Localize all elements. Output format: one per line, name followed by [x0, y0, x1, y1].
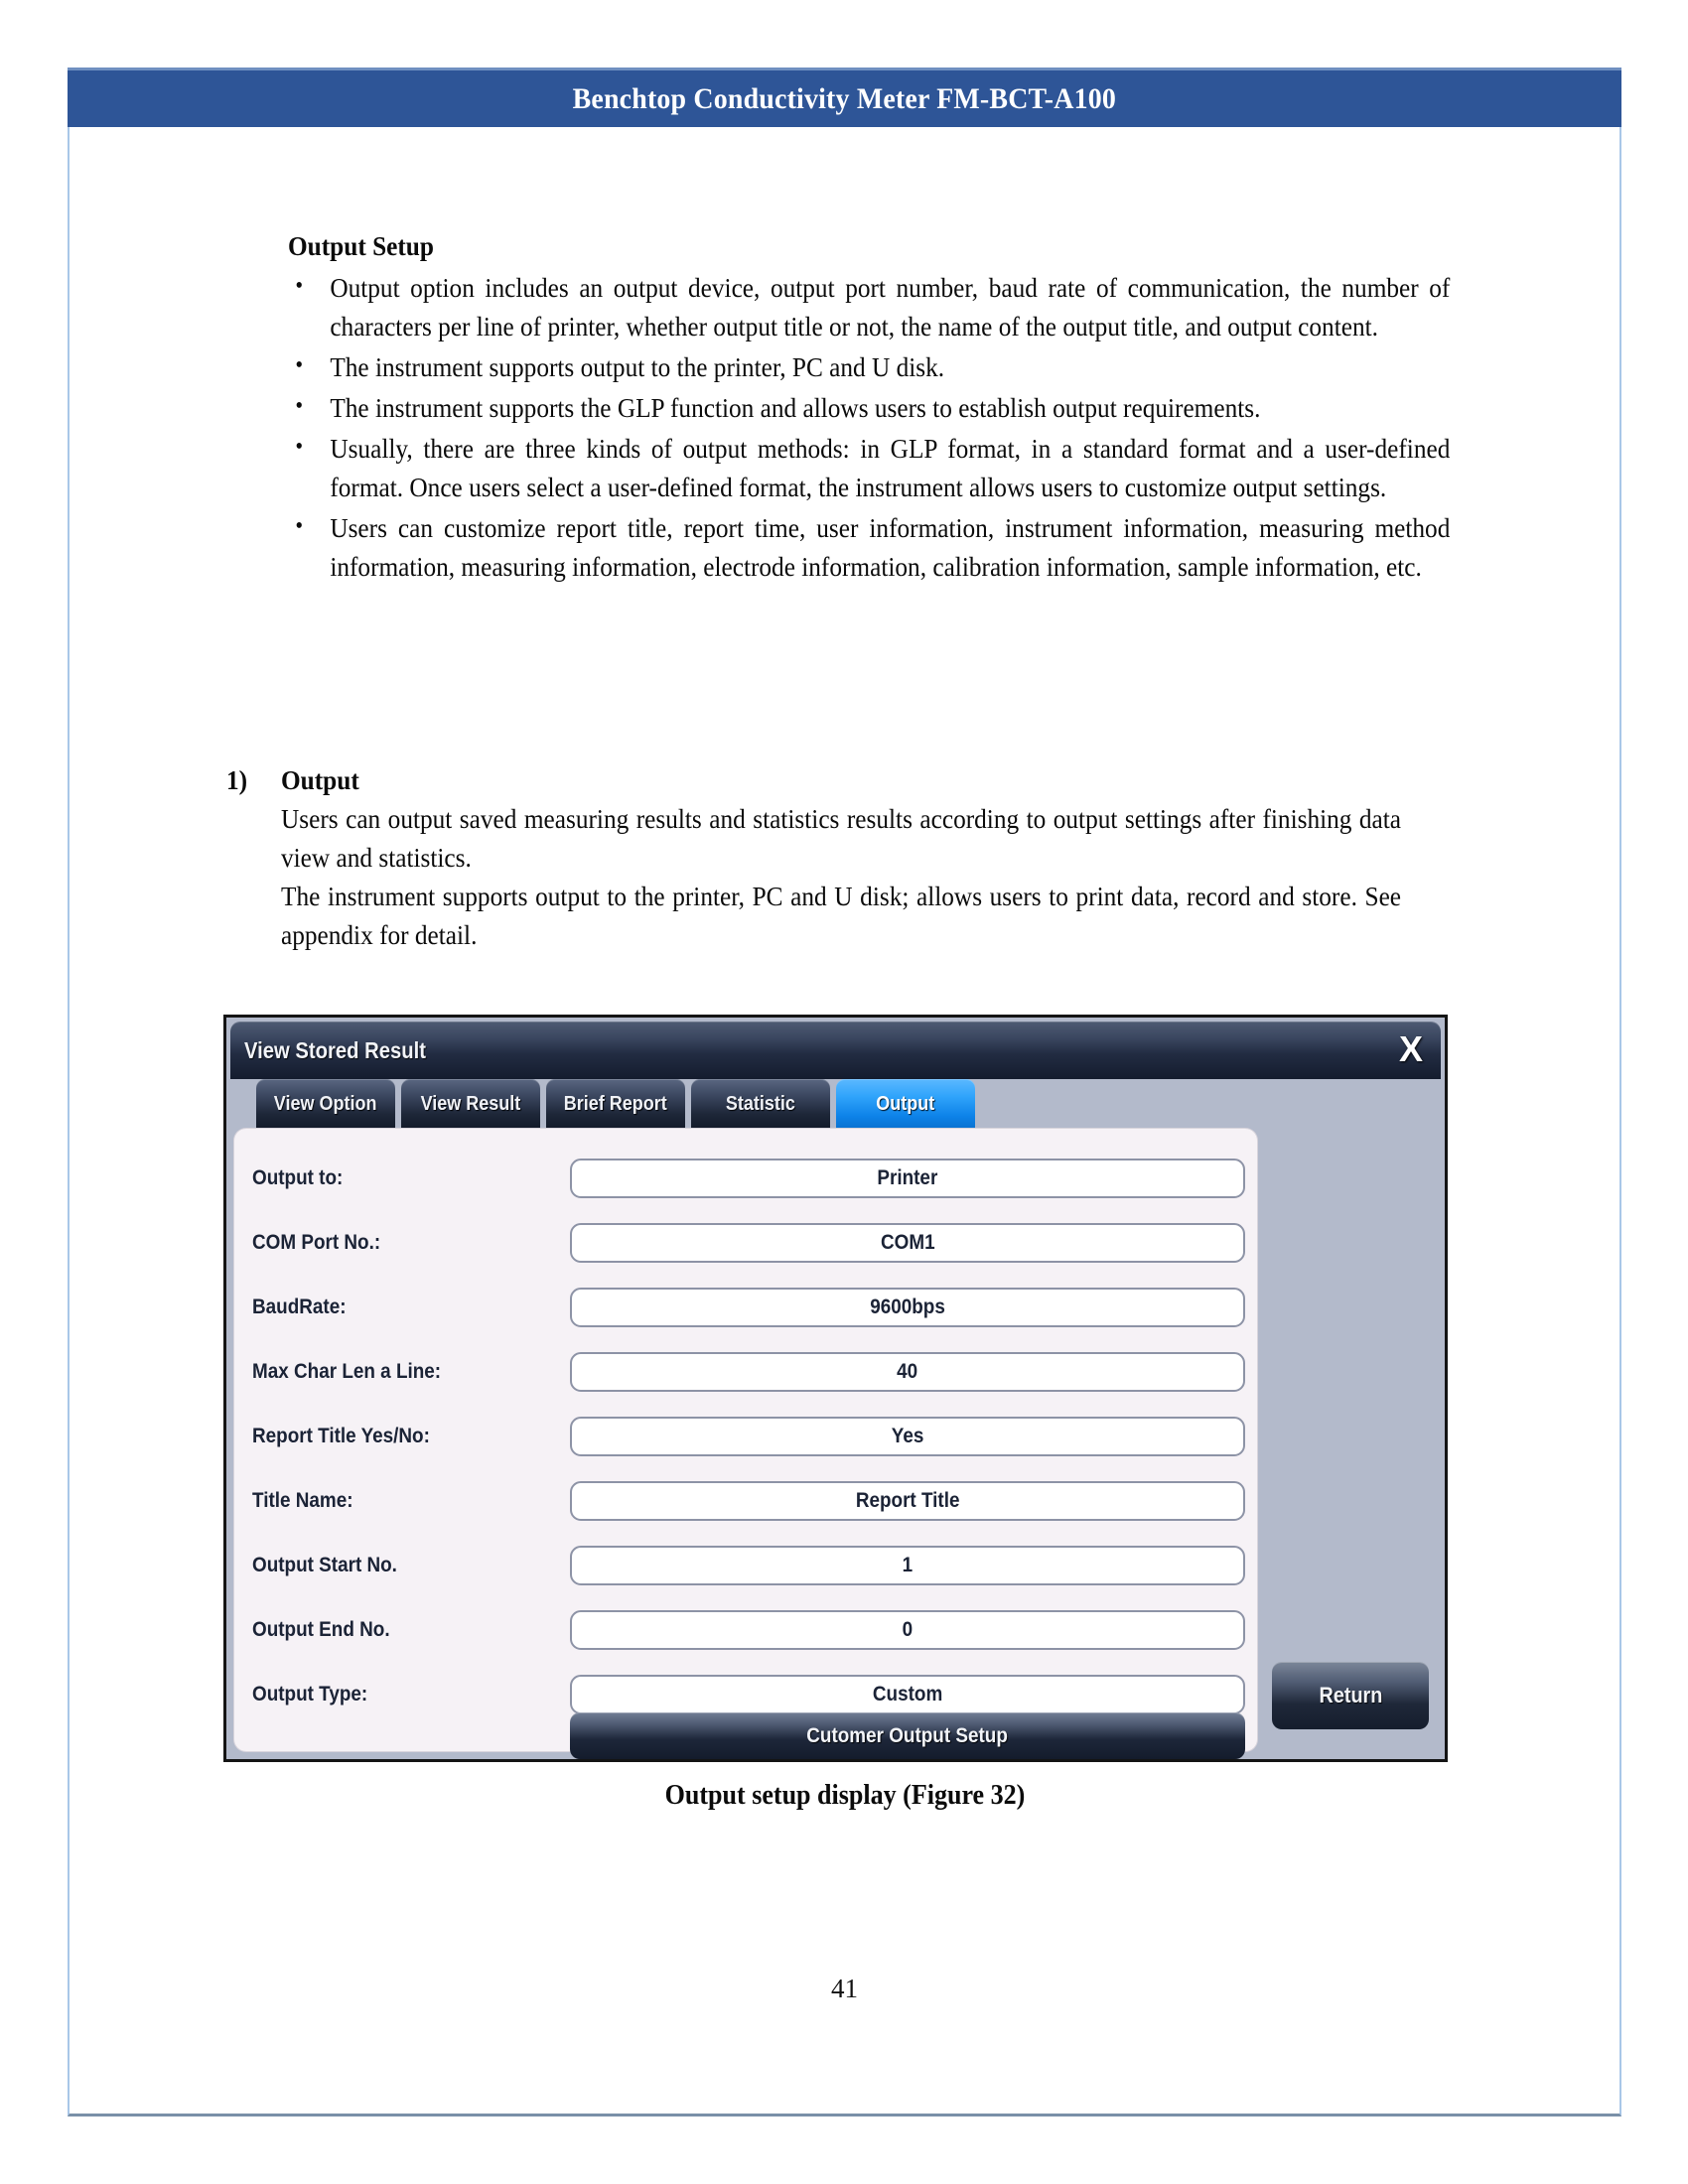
field-label-baudrate: BaudRate: [252, 1296, 347, 1318]
list-item: The instrument supports the GLP function… [288, 387, 1450, 427]
page-title: Benchtop Conductivity Meter FM-BCT-A100 [572, 81, 1117, 115]
output-settings-panel: Output to: Printer COM Port No.: COM1 Ba… [234, 1129, 1257, 1759]
field-value-text: COM1 [880, 1231, 935, 1254]
field-value-max-char-len-a-line[interactable]: 40 [570, 1352, 1245, 1392]
field-value-text: Yes [891, 1425, 924, 1447]
field-value-output-to[interactable]: Printer [570, 1159, 1245, 1198]
field-value-title-name[interactable]: Report Title [570, 1481, 1245, 1521]
field-value-text: Report Title [855, 1489, 960, 1512]
paragraph: Users can output saved measuring results… [281, 803, 1402, 873]
field-label-output-start-no: Output Start No. [252, 1554, 397, 1576]
field-value-output-start-no[interactable]: 1 [570, 1546, 1245, 1585]
list-item: The instrument supports output to the pr… [288, 346, 1450, 386]
list-item: Output option includes an output device,… [288, 267, 1450, 345]
field-label-max-char-len-a-line: Max Char Len a Line: [252, 1360, 442, 1383]
section-heading-output-setup: Output Setup [288, 230, 434, 261]
field-label-output-type: Output Type: [252, 1683, 368, 1706]
return-button[interactable]: Return [1272, 1662, 1429, 1729]
field-value-text: Printer [877, 1166, 938, 1189]
field-value-com-port-no[interactable]: COM1 [570, 1223, 1245, 1263]
field-value-output-type[interactable]: Custom [570, 1675, 1245, 1714]
numbered-heading-row: 1) Output [226, 764, 1408, 796]
figure-caption: Output setup display (Figure 32) [68, 1780, 1621, 1812]
field-value-text: 9600bps [870, 1296, 945, 1318]
tab-view-result[interactable]: View Result [401, 1079, 540, 1129]
field-label-report-title-yes-no: Report Title Yes/No: [252, 1425, 430, 1447]
form-row: Max Char Len a Line: 40 [234, 1352, 1257, 1392]
field-label-output-end-no: Output End No. [252, 1618, 390, 1641]
close-icon[interactable]: X [1399, 1029, 1423, 1069]
customer-output-setup-button[interactable]: Cutomer Output Setup [570, 1712, 1245, 1759]
page-number: 41 [831, 1974, 858, 2003]
field-value-text: 40 [897, 1360, 918, 1383]
form-row: Output to: Printer [234, 1159, 1257, 1198]
list-item: Usually, there are three kinds of output… [288, 428, 1450, 506]
form-row: Output End No. 0 [234, 1610, 1257, 1650]
field-value-text: Custom [872, 1683, 943, 1706]
list-item: Users can customize report title, report… [288, 507, 1450, 586]
field-label-output-to: Output to: [252, 1166, 344, 1189]
output-setup-bullet-list: Output option includes an output device,… [288, 267, 1450, 586]
device-screenshot-figure: View Stored Result X View Option View Re… [223, 1015, 1448, 1762]
tab-output[interactable]: Output [836, 1079, 975, 1129]
form-row: Title Name: Report Title [234, 1481, 1257, 1521]
numbered-heading-label: Output [281, 764, 359, 795]
figure-caption-text: Output setup display (Figure 32) [664, 1780, 1025, 1811]
tab-label: Output [876, 1092, 935, 1115]
dialog-tab-strip: View Option View Result Brief Report Sta… [256, 1079, 975, 1129]
document-body: Output Setup Output option includes an o… [288, 230, 1450, 586]
field-value-output-end-no[interactable]: 0 [570, 1610, 1245, 1650]
field-value-text: 0 [902, 1618, 914, 1641]
form-row: BaudRate: 9600bps [234, 1288, 1257, 1327]
dialog-title: View Stored Result [244, 1036, 426, 1063]
tab-label: Brief Report [563, 1092, 668, 1115]
page-header-banner: Benchtop Conductivity Meter FM-BCT-A100 [68, 68, 1621, 127]
return-button-label: Return [1319, 1683, 1382, 1707]
tab-label: Statistic [725, 1092, 796, 1115]
numbered-section-output: 1) Output Users can output saved measuri… [226, 764, 1408, 954]
numbered-marker: 1) [226, 764, 248, 795]
field-value-baudrate[interactable]: 9600bps [570, 1288, 1245, 1327]
field-label-com-port-no: COM Port No.: [252, 1231, 381, 1254]
tab-brief-report[interactable]: Brief Report [546, 1079, 685, 1129]
tab-label: View Result [420, 1092, 521, 1115]
numbered-section-body: Users can output saved measuring results… [281, 799, 1401, 954]
field-label-title-name: Title Name: [252, 1489, 353, 1512]
form-row: COM Port No.: COM1 [234, 1223, 1257, 1263]
tab-statistic[interactable]: Statistic [691, 1079, 830, 1129]
tab-view-option[interactable]: View Option [256, 1079, 395, 1129]
field-value-text: 1 [902, 1554, 914, 1576]
form-row: Report Title Yes/No: Yes [234, 1417, 1257, 1456]
customer-output-setup-label: Cutomer Output Setup [806, 1723, 1009, 1747]
paragraph: The instrument supports output to the pr… [281, 881, 1402, 950]
tab-label: View Option [274, 1092, 377, 1115]
form-row: Output Type: Custom [234, 1675, 1257, 1714]
field-value-report-title-yes-no[interactable]: Yes [570, 1417, 1245, 1456]
form-row: Output Start No. 1 [234, 1546, 1257, 1585]
dialog-title-bar: View Stored Result X [230, 1022, 1441, 1079]
